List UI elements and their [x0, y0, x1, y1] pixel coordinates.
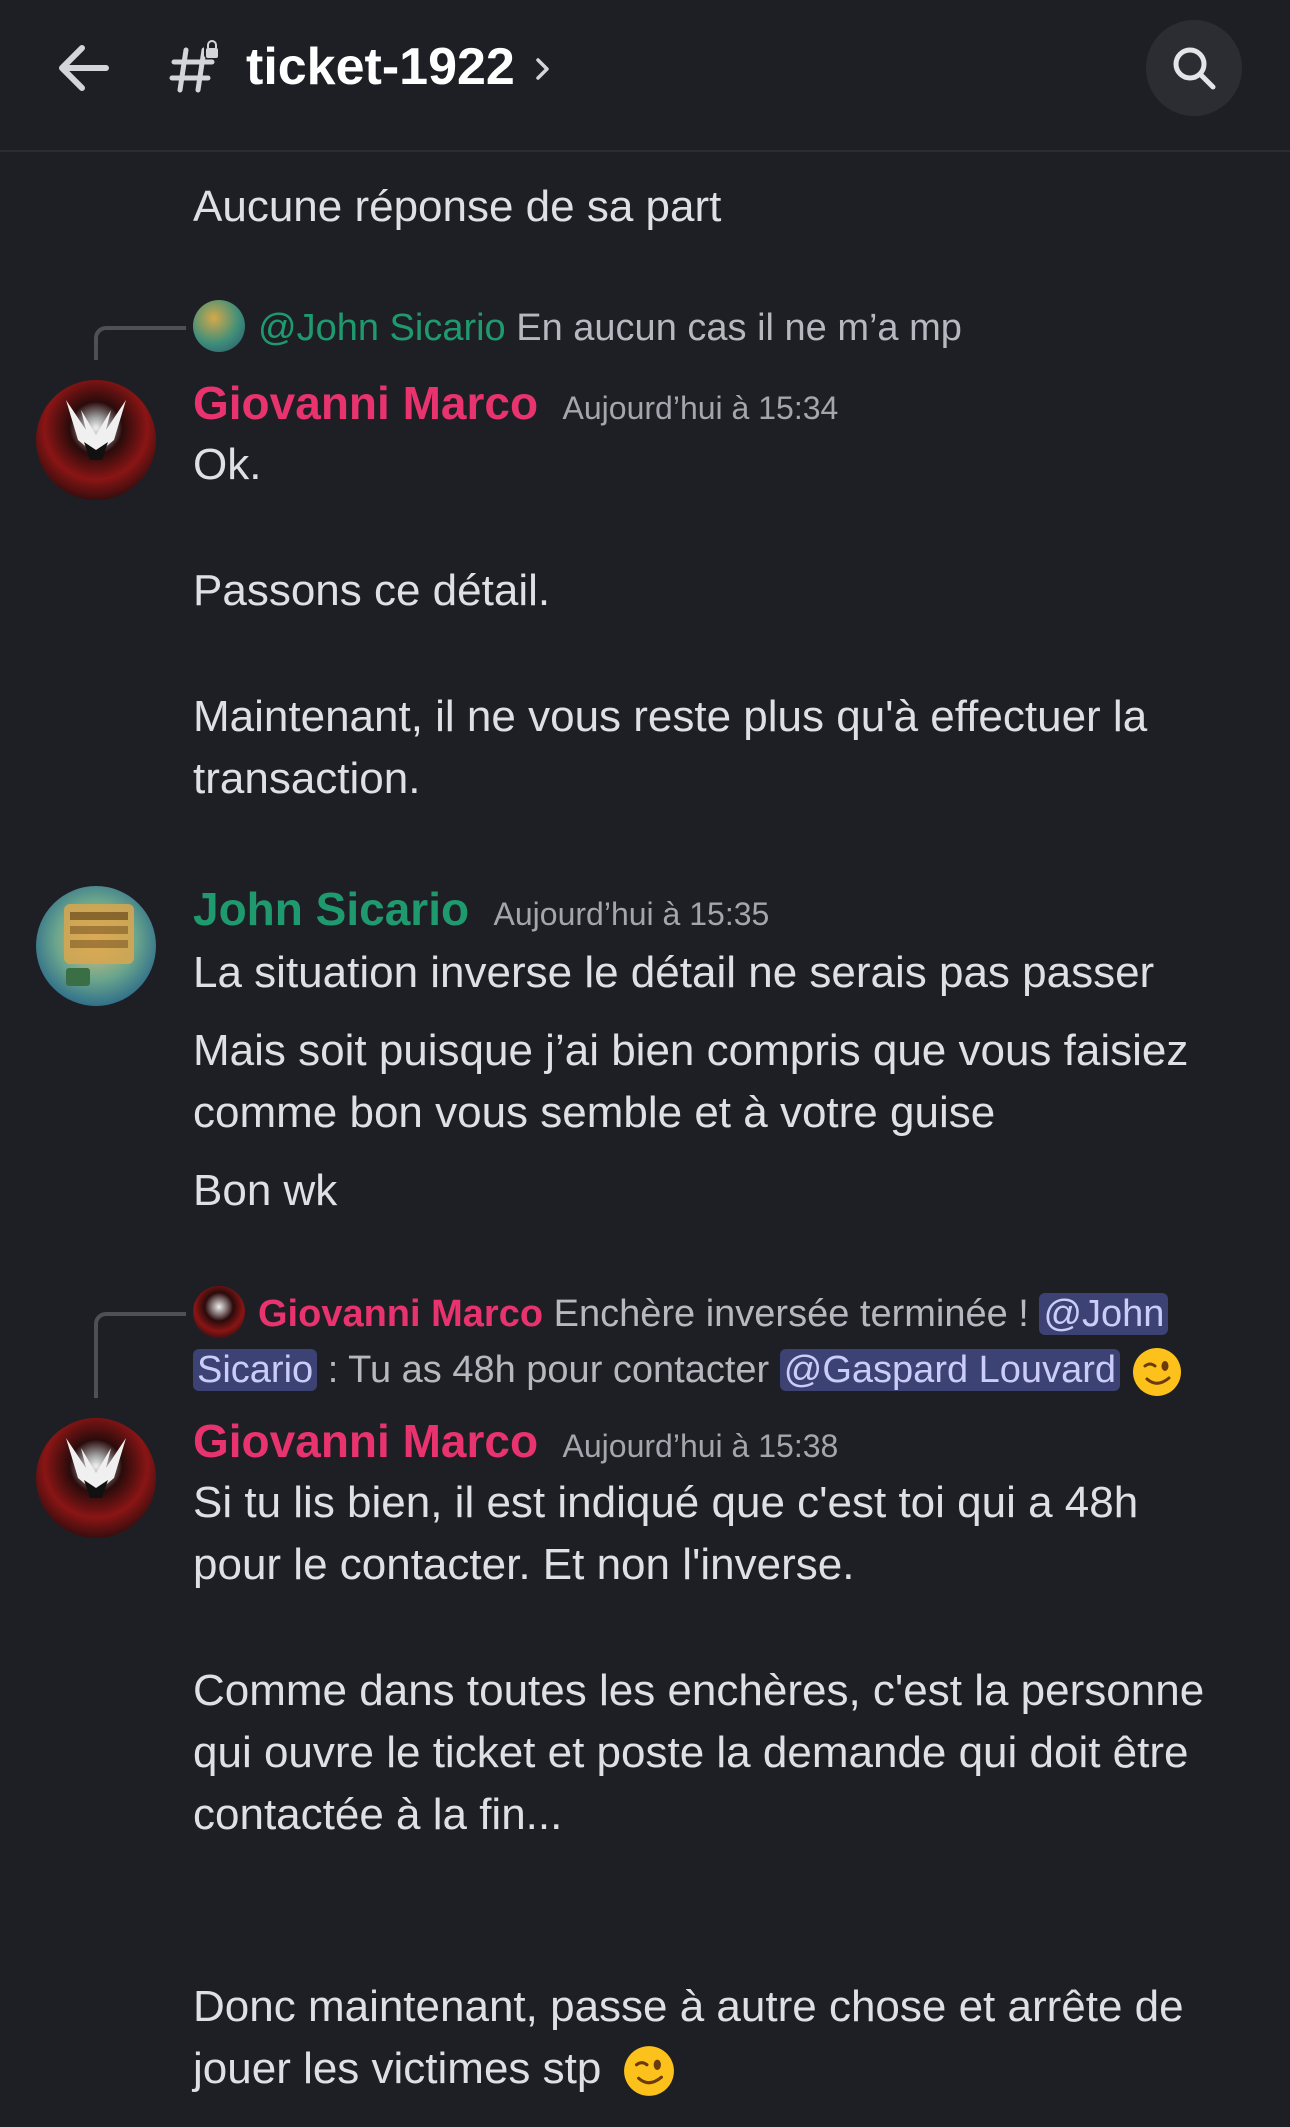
message-line-text: jouer les victimes stp: [193, 2044, 602, 2093]
reply-preview-text: : Tu as 48h pour contacter: [327, 1349, 770, 1391]
reply-preview[interactable]: @John Sicario En aucun cas il ne m’a mp: [258, 300, 962, 356]
wink-emoji-icon: [1132, 1347, 1181, 1396]
reply-connector: [94, 326, 186, 360]
channel-header: ticket-1922: [0, 0, 1290, 152]
message-line: Bon wk: [193, 1166, 338, 1215]
message-line: pour le contacter. Et non l'inverse.: [193, 1540, 855, 1589]
mention-john[interactable]: @John: [1039, 1293, 1169, 1335]
message-line: comme bon vous semble et à votre guise: [193, 1088, 996, 1137]
chevron-right-icon[interactable]: [532, 52, 554, 86]
back-arrow-icon: [59, 45, 109, 91]
reply-preview-cont[interactable]: Sicario : Tu as 48h pour contacter @Gasp…: [193, 1342, 1183, 1398]
venom-avatar-icon: [66, 1438, 126, 1498]
avatar-giovanni[interactable]: [36, 380, 156, 500]
avatar-giovanni[interactable]: [36, 1418, 156, 1538]
message-line: contactée à la fin...: [193, 1790, 563, 1839]
message-last-line: jouer les victimes stp: [193, 2038, 676, 2100]
message-line: Donc maintenant, passe à autre chose et …: [193, 1982, 1184, 2031]
timestamp: Aujourd’hui à 15:35: [493, 896, 770, 932]
reply-preview-text: En aucun cas il ne m’a mp: [516, 307, 962, 349]
mention-gaspard[interactable]: @Gaspard Louvard: [779, 1349, 1120, 1391]
message-line: Maintenant, il ne vous reste plus qu'à e…: [193, 692, 1148, 741]
reply-connector: [94, 1312, 186, 1398]
message-line: Si tu lis bien, il est indiqué que c'est…: [193, 1478, 1139, 1527]
timestamp: Aujourd’hui à 15:34: [562, 390, 839, 426]
reply-preview-text: Enchère inversée terminée !: [553, 1293, 1029, 1335]
message-line: Ok.: [193, 440, 262, 489]
search-icon: [1173, 47, 1216, 90]
message-line: qui ouvre le ticket et poste la demande …: [193, 1728, 1189, 1777]
game-screenshot-avatar-icon: [64, 904, 134, 986]
channel-title[interactable]: ticket-1922: [246, 34, 515, 100]
reply-avatar[interactable]: [193, 300, 245, 352]
reply-preview[interactable]: Giovanni Marco Enchère inversée terminée…: [258, 1286, 1169, 1342]
timestamp: Aujourd’hui à 15:38: [562, 1428, 839, 1464]
author-name[interactable]: John Sicario: [193, 883, 469, 935]
wink-emoji-icon: [623, 2046, 674, 2097]
message-text: Aucune réponse de sa part: [193, 182, 722, 231]
author-name[interactable]: Giovanni Marco: [193, 1415, 538, 1467]
message-header: Giovanni Marco Aujourd’hui à 15:34: [193, 376, 838, 430]
reply-author[interactable]: Giovanni Marco: [258, 1293, 543, 1335]
author-name[interactable]: Giovanni Marco: [193, 377, 538, 429]
message-header: John Sicario Aujourd’hui à 15:35: [193, 882, 769, 936]
message-line: Mais soit puisque j’ai bien compris que …: [193, 1026, 1189, 1075]
message-line: Passons ce détail.: [193, 566, 551, 615]
message-header: Giovanni Marco Aujourd’hui à 15:38: [193, 1414, 838, 1468]
reply-mention[interactable]: @John Sicario: [258, 307, 506, 349]
message-line: transaction.: [193, 754, 421, 803]
message-line: La situation inverse le détail ne serais…: [193, 948, 1155, 997]
search-button[interactable]: [1146, 20, 1242, 116]
message-line: Comme dans toutes les enchères, c'est la…: [193, 1666, 1205, 1715]
back-button[interactable]: [52, 36, 116, 100]
mention-john-cont[interactable]: Sicario: [193, 1349, 318, 1391]
avatar-john[interactable]: [36, 886, 156, 1006]
hashtag-lock-icon: [169, 40, 220, 93]
venom-avatar-icon: [66, 400, 126, 460]
reply-avatar[interactable]: [193, 1286, 245, 1338]
